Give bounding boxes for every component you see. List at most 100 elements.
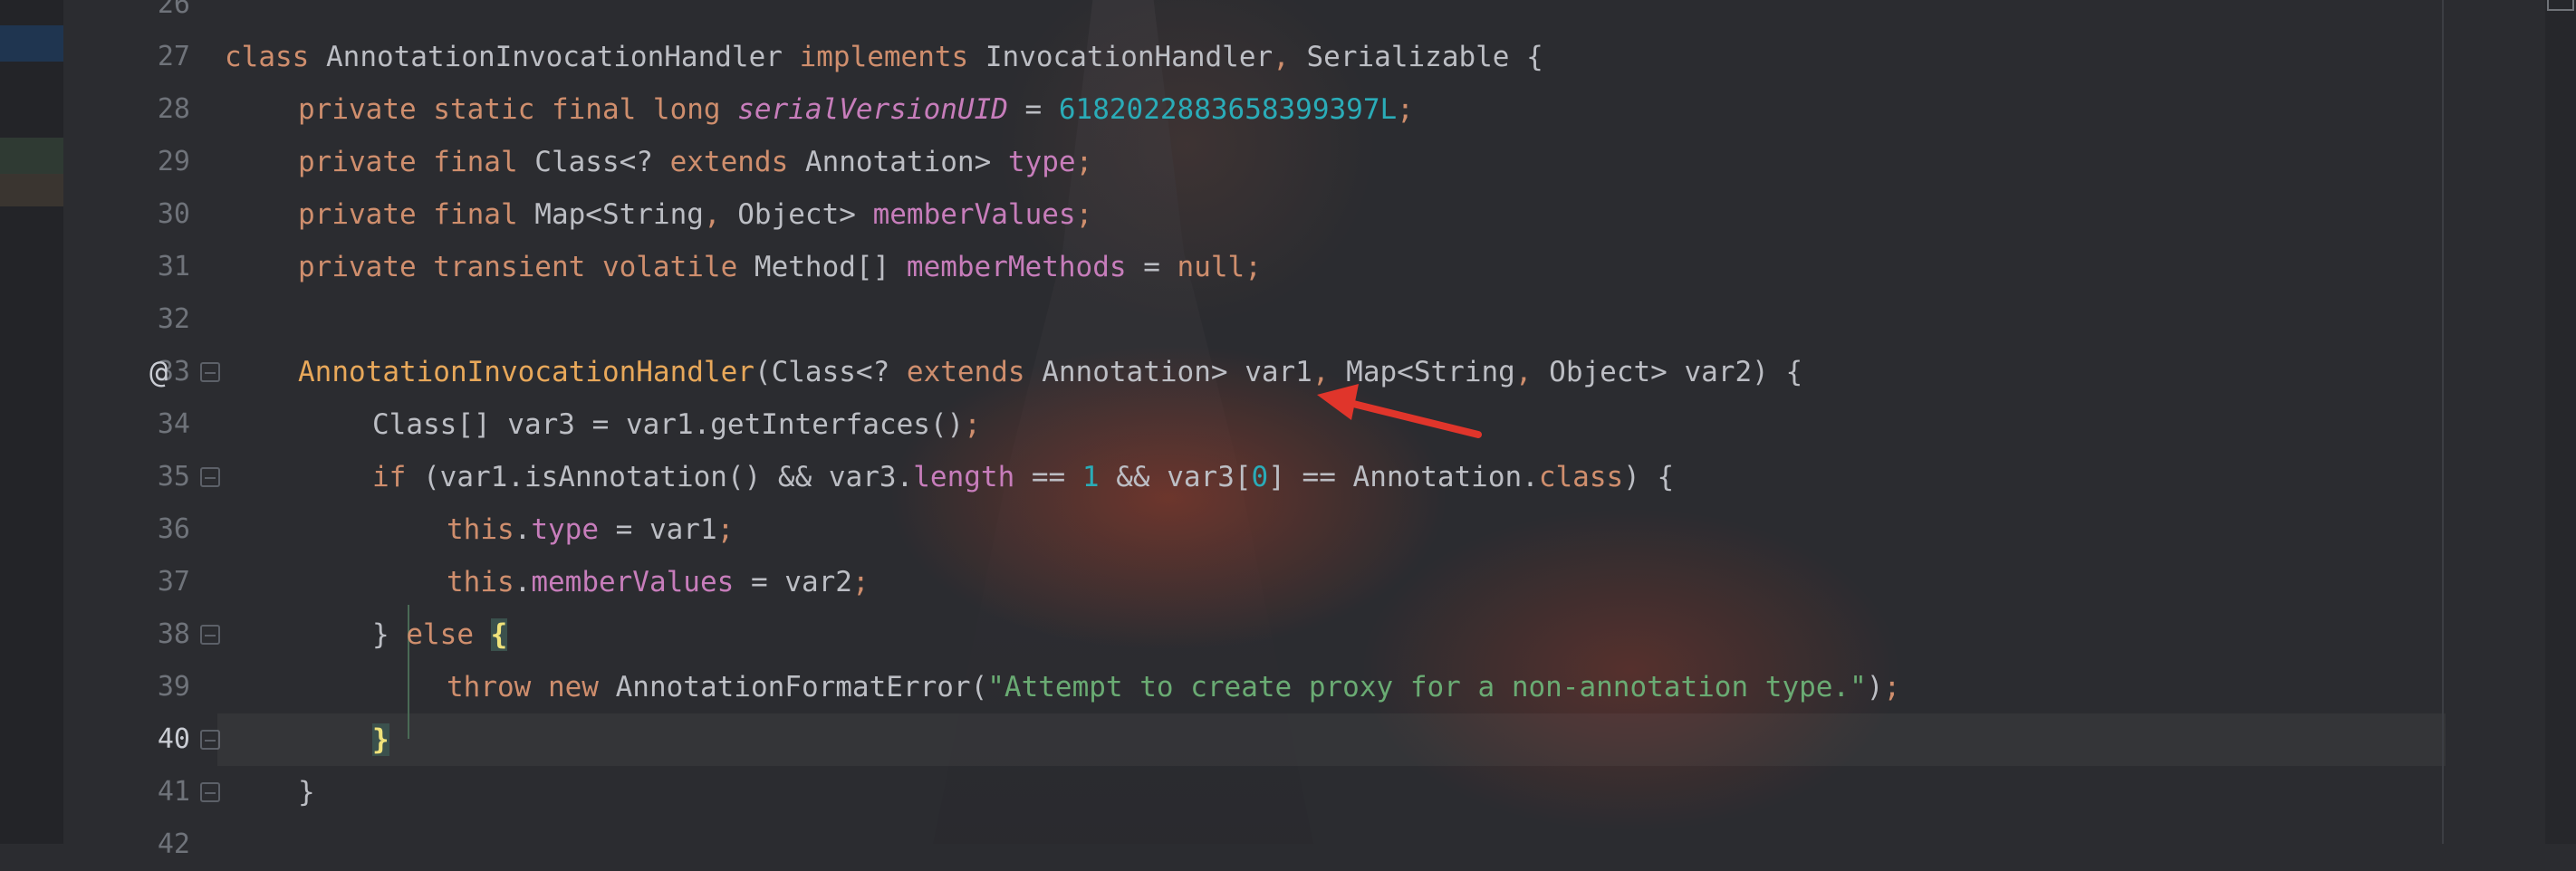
right-margin-guide [2442,0,2444,844]
vcs-change-marker [0,174,63,206]
line-number: 26 [157,0,190,20]
code-token: Object> var2) { [1532,356,1803,388]
code-token: private final [298,146,535,178]
matched-brace: } [372,723,389,756]
code-token: null [1177,251,1245,283]
code-token: ; [851,566,870,598]
code-token: Class[] var3 = var1.getInterfaces() [372,408,965,441]
code-token: extends [906,356,1025,388]
line-number: 32 [157,303,190,335]
code-token: implements [799,41,969,73]
code-line-33[interactable]: AnnotationInvocationHandler(Class<? exte… [298,346,1802,398]
code-line-39[interactable]: throw new AnnotationFormatError("Attempt… [447,661,1900,713]
code-line-31[interactable]: private transient volatile Method[] memb… [298,241,1262,293]
code-line-41[interactable]: } [298,766,315,818]
code-line-35[interactable]: if (var1.isAnnotation() && var3.length =… [372,451,1674,503]
code-token: private transient volatile [298,251,755,283]
code-token: Class<? [534,146,670,178]
code-line-38[interactable]: } else { [372,608,508,661]
code-token: type [1007,146,1076,178]
code-token: ] == Annotation. [1268,461,1539,493]
implements-method-icon[interactable]: @ [149,346,168,398]
code-token: Annotation> var1 [1024,356,1312,388]
line-number: 39 [157,671,190,703]
code-token: else [406,618,474,651]
code-token: "Attempt to create proxy for a non-annot… [987,671,1867,704]
code-token: , [1514,356,1533,388]
code-token: type [531,513,599,546]
line-number: 36 [157,513,190,545]
code-token: ; [1075,198,1093,231]
line-number-gutter[interactable]: 26 27 28 29 30 31 32 33 34 35 36 37 38 3… [63,0,217,860]
code-token: Annotation> [788,146,1008,178]
code-token: ; [716,513,735,546]
line-number: 42 [157,828,190,860]
code-token: memberValues [872,198,1076,231]
line-number: 41 [157,776,190,808]
code-line-37[interactable]: this.memberValues = var2; [447,556,870,608]
code-token: InvocationHandler [968,41,1274,73]
code-token: ) [1866,671,1884,704]
line-number: 31 [157,251,190,282]
line-number: 29 [157,146,190,177]
code-token: serialVersionUID [737,93,1008,126]
code-token: } [372,618,407,651]
code-token: extends [669,146,789,178]
code-token: memberValues [531,566,735,598]
code-line-28[interactable]: private static final long serialVersionU… [298,83,1414,136]
code-token: Method[] [754,251,907,283]
code-token: ; [1075,146,1093,178]
code-token: 6182022883658399397L [1058,93,1398,126]
code-token: ; [1397,93,1414,126]
code-token: , [1273,41,1290,73]
editor-scrollbar[interactable] [2545,0,2576,844]
scrollbar-thumb[interactable] [2547,0,2574,11]
code-token: this [447,566,514,598]
code-token: } [298,776,315,809]
code-token: Map<String [534,198,704,231]
code-token: AnnotationFormatError( [615,671,988,704]
code-line-30[interactable]: private final Map<String, Object> member… [298,188,1092,241]
line-number: 38 [157,618,190,650]
code-token: this [447,513,514,546]
code-token: AnnotationInvocationHandler [298,356,755,388]
code-token: AnnotationInvocationHandler [309,41,800,73]
code-token: . [514,513,532,546]
code-token: Serializable { [1289,41,1543,73]
code-token: == [1014,461,1082,493]
code-line-27[interactable]: class AnnotationInvocationHandler implem… [225,31,1543,83]
line-number: 33 [157,356,190,388]
code-line-36[interactable]: this.type = var1; [447,503,734,556]
code-token: (Class<? [754,356,907,388]
line-number: 28 [157,93,190,125]
code-token: ; [964,408,981,441]
annotation-arrow-icon [1317,384,1482,438]
code-token: class [225,41,310,73]
code-token: private final [298,198,535,231]
code-token: throw new [447,671,616,704]
code-line-40[interactable]: } [372,713,389,766]
code-token: = [1007,93,1059,126]
code-token: && var3[ [1099,461,1252,493]
code-token: 0 [1251,461,1269,493]
code-token: Object> [720,198,873,231]
line-number-current: 40 [157,723,190,755]
code-line-34[interactable]: Class[] var3 = var1.getInterfaces(); [372,398,981,451]
line-number: 37 [157,566,190,598]
code-token: ; [1883,671,1901,704]
project-tool-strip[interactable] [0,0,63,844]
code-line-29[interactable]: private final Class<? extends Annotation… [298,136,1092,188]
code-token: length [913,461,1015,493]
code-token: 1 [1081,461,1100,493]
code-token: = var2 [734,566,852,598]
vcs-change-marker [0,138,63,174]
line-number: 27 [157,41,190,72]
line-number: 34 [157,408,190,440]
current-line-highlight [217,713,2446,766]
code-token: = var1 [598,513,717,546]
code-token: . [514,566,532,598]
line-number: 30 [157,198,190,230]
vcs-change-marker [0,25,63,62]
code-token: (var1.isAnnotation() && var3. [406,461,914,493]
